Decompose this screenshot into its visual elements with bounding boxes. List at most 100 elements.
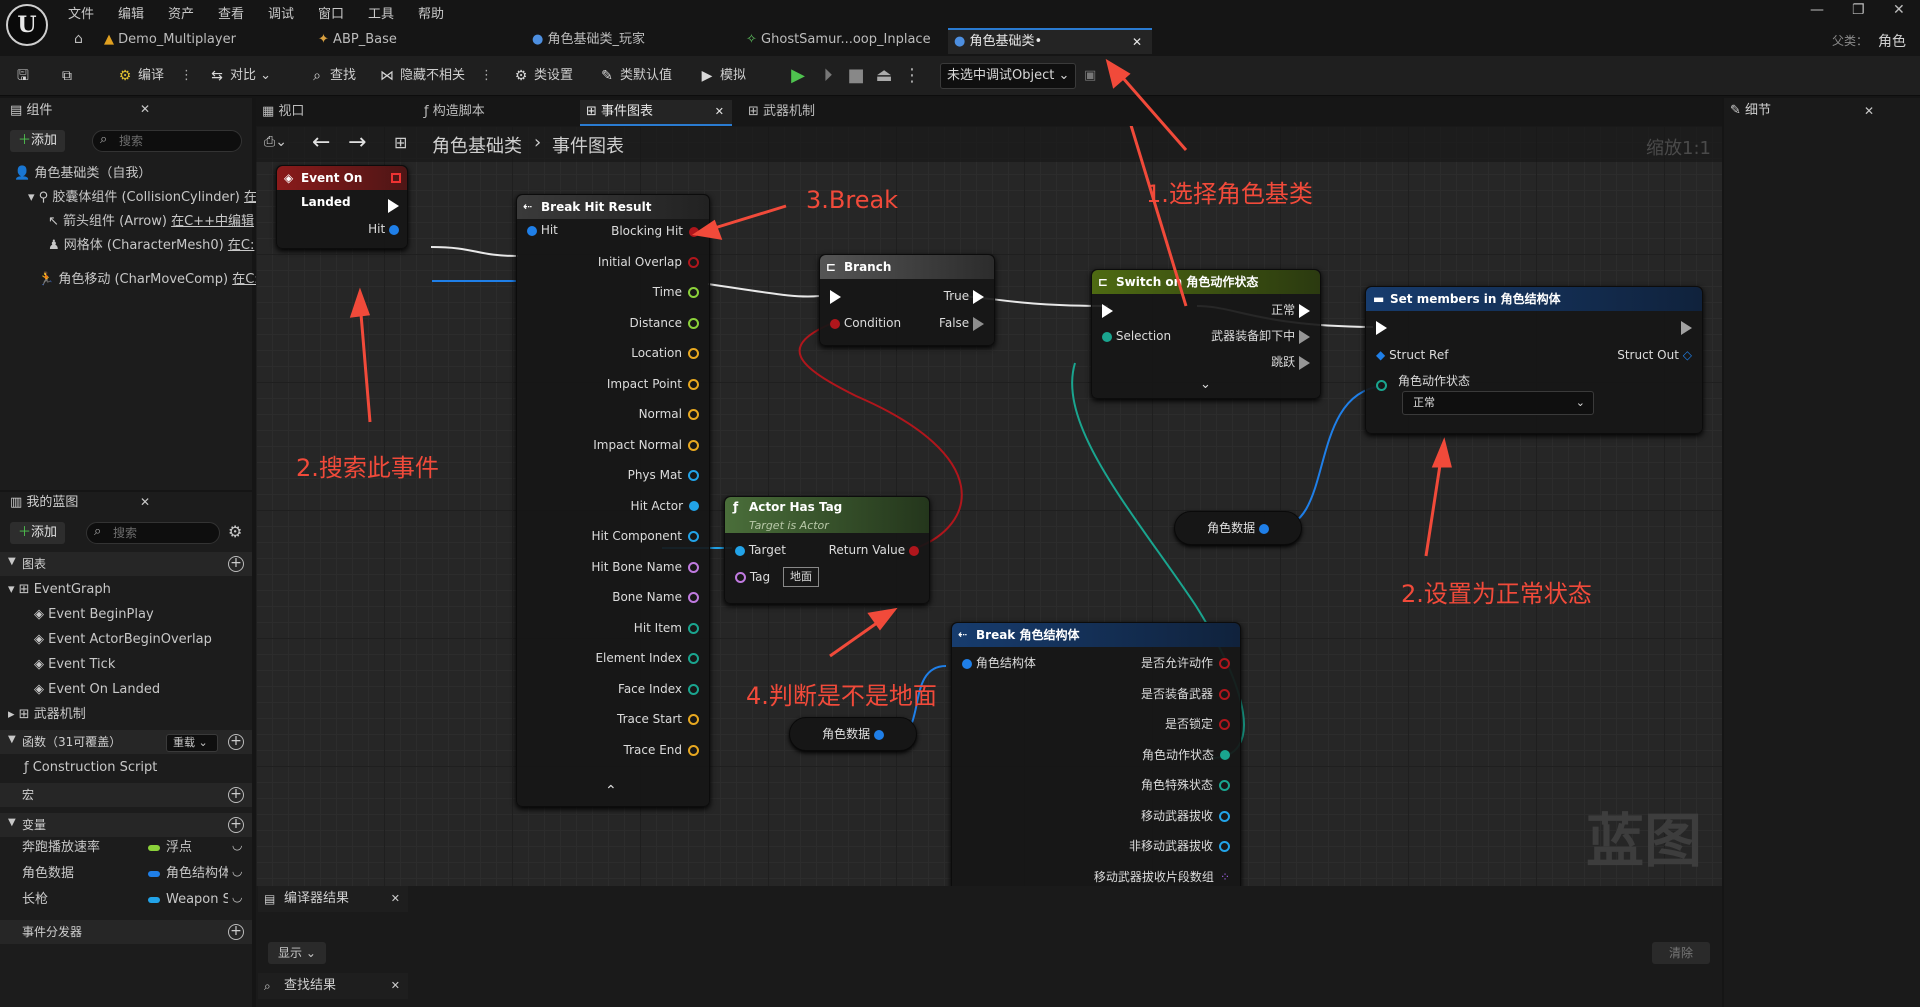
menu-view[interactable]: 查看 [218,3,244,22]
variable-type[interactable]: Weapon S [148,890,228,910]
parent-class-value[interactable]: 角色 [1878,31,1906,51]
play-icon[interactable]: ▶ [786,64,810,88]
variable-type[interactable]: 浮点 [148,838,192,858]
find-button[interactable]: ⌕ 查找 [308,65,356,87]
close-panel-icon[interactable]: ✕ [140,495,150,509]
collapse-icon[interactable]: ▼ [8,556,16,567]
close-panel-icon[interactable]: ✕ [1864,104,1874,118]
class-defaults-button[interactable]: ✎ 类默认值 [598,65,672,87]
menu-window[interactable]: 窗口 [318,3,344,22]
menu-file[interactable]: 文件 [68,3,94,22]
event-item[interactable]: ◈ Event ActorBeginOverlap [34,630,212,650]
unreal-logo-icon[interactable]: U [6,4,48,46]
component-arrow[interactable]: ↖ 箭头组件 (Arrow) 在C++中编辑 [48,212,254,232]
step-icon[interactable]: ⏵ [816,64,840,88]
component-mesh[interactable]: ♟ 网格体 (CharacterMesh0) 在C: [48,236,254,256]
tab-compiler-results[interactable]: ▤ 编译器结果 ✕ [258,886,408,912]
visibility-eye-icon[interactable]: ◡ [232,890,242,904]
event-icon: ◈ [34,682,49,697]
simulate-button[interactable]: ▶ 模拟 [698,65,746,87]
section-variables[interactable]: 变量 [0,813,252,837]
component-move[interactable]: 🏃 角色移动 (CharMoveComp) 在C: [38,270,259,290]
settings-gear-icon[interactable]: ⚙ [228,522,242,541]
tab-player-class[interactable]: ● 角色基础类_玩家 [532,28,645,54]
weapon-graph-item[interactable]: ▸ ⊞ 武器机制 [8,705,86,725]
event-graph-canvas[interactable]: ⎙⌄ ← → ⊞ 角色基础类 › 事件图表 缩放1:1 蓝图 ◈ Event On… [256,126,1722,886]
arrow-icon: ↖ [48,214,64,229]
override-dropdown[interactable]: 重载 ⌄ [166,734,218,752]
stop-icon[interactable]: ■ [844,64,868,88]
variable-item[interactable]: 奔跑播放速率 [22,838,100,858]
class-settings-button[interactable]: ⚙ 类设置 [512,65,573,87]
show-dropdown[interactable]: 显示 ⌄ [268,942,326,964]
parent-class-label: 父类： [1832,34,1869,48]
component-self[interactable]: 👤 角色基础类（自我） [14,164,151,184]
simulate-icon: ▶ [701,67,713,84]
add-macro-icon[interactable]: + [228,787,244,803]
eject-icon[interactable]: ⏏ [872,64,896,88]
collapse-icon[interactable]: ▼ [8,817,16,828]
tab-character-base[interactable]: ● 角色基础类• ✕ [948,28,1152,54]
close-window-icon[interactable]: ✕ [1893,2,1905,18]
save-icon[interactable]: 🖫 [14,65,36,87]
tab-demo-multiplayer[interactable]: ▲ Demo_Multiplayer [104,28,236,54]
home-icon[interactable]: ⌂ [74,31,83,47]
tab-find-results[interactable]: ⌕ 查找结果 ✕ [258,973,408,999]
visibility-eye-icon[interactable]: ◡ [232,838,242,852]
tab-weapon-mechanics[interactable]: ⊞ 武器机制 [748,100,815,126]
menu-tools[interactable]: 工具 [368,3,394,22]
tab-abp-base[interactable]: ✦ ABP_Base [318,28,397,54]
tab-ghost-samurai[interactable]: ✧ GhostSamur...oop_Inplace [746,28,931,54]
menu-debug[interactable]: 调试 [268,3,294,22]
add-dispatcher-icon[interactable]: + [228,924,244,940]
section-dispatchers[interactable]: 事件分发器 [0,920,252,944]
compile-icon: ⚙ [118,67,132,84]
diff-button[interactable]: ⇆ 对比 ⌄ [208,65,271,87]
close-tab-icon[interactable]: ✕ [1132,30,1142,54]
pencil-icon: ✎ [601,67,613,84]
details-panel: ✎ 细节 ✕ [1724,98,1920,1007]
close-tab-icon[interactable]: ✕ [715,100,724,124]
character-icon: ● [532,32,544,47]
collapse-icon[interactable]: ▼ [8,734,16,745]
tab-viewport[interactable]: ▦ 视口 [262,100,304,126]
menu-help[interactable]: 帮助 [418,3,444,22]
event-item[interactable]: ◈ Event BeginPlay [34,605,154,625]
add-member-button[interactable]: ＋添加 [10,522,66,544]
visibility-eye-icon[interactable]: ◡ [232,864,242,878]
add-graph-icon[interactable]: + [228,556,244,572]
variable-type[interactable]: 角色结构体 [148,864,228,884]
clear-button[interactable]: 清除 [1652,942,1710,964]
tab-event-graph[interactable]: ⊞ 事件图表 ✕ [580,100,732,126]
event-item[interactable]: ◈ Event Tick [34,655,115,675]
more-options-icon[interactable]: ⋮ [480,65,493,87]
section-graphs[interactable]: 图表 [0,552,252,576]
add-function-icon[interactable]: + [228,734,244,750]
browse-icon[interactable]: ⧉ [58,65,80,87]
component-search-input[interactable]: 搜索 [92,130,242,152]
plus-icon: ＋ [18,133,32,148]
section-macros[interactable]: 宏 [0,783,252,807]
more-options-icon[interactable]: ⋮ [180,65,193,87]
component-capsule[interactable]: ▾ ⚲ 胶囊体组件 (CollisionCylinder) 在 [28,188,257,208]
menu-edit[interactable]: 编辑 [118,3,144,22]
blueprint-search-input[interactable]: 搜索 [86,522,220,544]
tab-construction-script[interactable]: ƒ 构造脚本 [424,100,485,126]
event-item[interactable]: ◈ Event On Landed [34,680,160,700]
event-graph-item[interactable]: ▾ ⊞ EventGraph [8,580,111,600]
construction-script-item[interactable]: ƒ Construction Script [24,758,157,778]
close-panel-icon[interactable]: ✕ [140,102,150,116]
debug-filter-icon[interactable]: ▣ [1084,65,1096,87]
menu-asset[interactable]: 资产 [168,3,194,22]
compile-button[interactable]: ⚙ 编译 [116,65,164,87]
restore-icon[interactable]: ❐ [1852,2,1865,18]
hide-unrelated-button[interactable]: ⋈ 隐藏不相关 [378,65,465,87]
close-tab-icon: ✕ [390,979,400,992]
add-component-button[interactable]: ＋添加 [10,130,66,152]
variable-item[interactable]: 长枪 [22,890,48,910]
variable-item[interactable]: 角色数据 [22,864,74,884]
minimize-icon[interactable]: — [1810,2,1824,18]
more-options-icon[interactable]: ⋮ [900,64,924,88]
debug-object-select[interactable]: 未选中调试Object ⌄ [940,63,1076,89]
add-variable-icon[interactable]: + [228,817,244,833]
